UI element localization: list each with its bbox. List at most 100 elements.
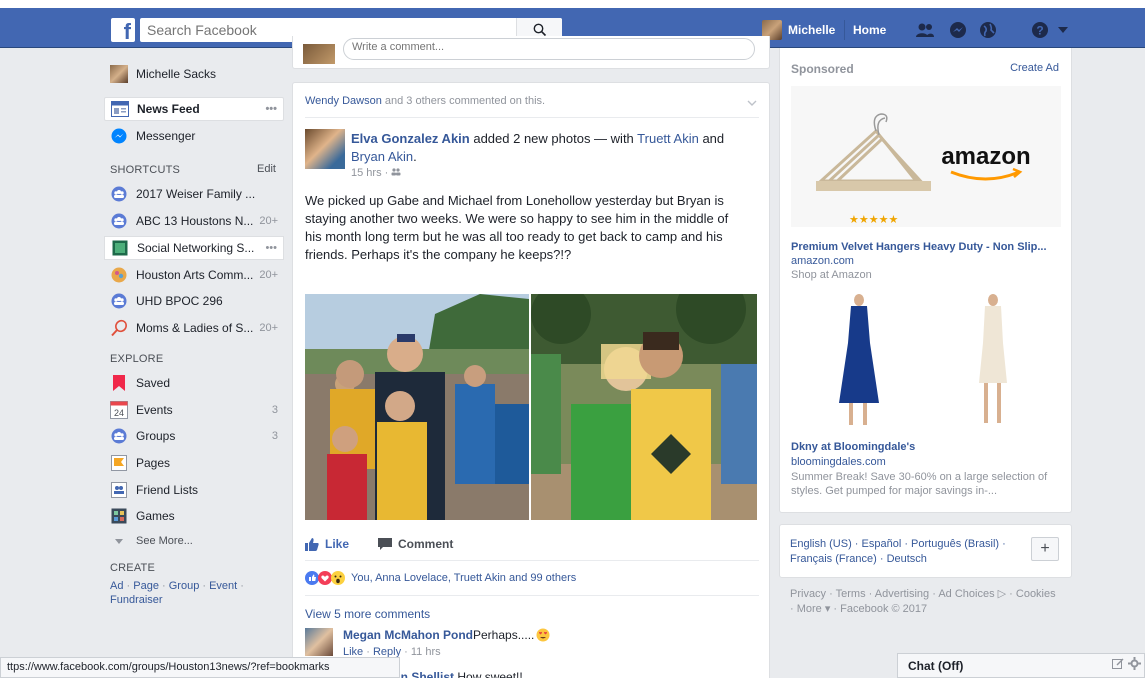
shortcuts-edit-link[interactable]: Edit <box>257 163 276 175</box>
reactions-icon <box>305 571 345 585</box>
sidebar-item-label: Games <box>136 509 175 523</box>
shortcuts-heading: SHORTCUTS <box>110 164 181 176</box>
comment-text: How sweet!! <box>454 670 523 678</box>
sidebar-item-shortcut[interactable]: ABC 13 Houstons N... 20+ <box>104 209 284 233</box>
reactions-summary[interactable]: You, Anna Lovelace, Truett Akin and 99 o… <box>305 570 576 586</box>
gear-icon[interactable] <box>1128 657 1141 673</box>
footer-links[interactable]: Privacy · Terms · Advertising · Ad Choic… <box>790 587 1060 617</box>
comment-time[interactable]: 11 hrs <box>411 646 441 658</box>
search-icon <box>533 23 546 37</box>
create-fundraiser-link[interactable]: Fundraiser <box>110 594 163 606</box>
sidebar-item-shortcut[interactable]: Moms & Ladies of S... 20+ <box>104 316 284 340</box>
sidebar-item-groups[interactable]: Groups 3 <box>104 424 284 448</box>
ad-domain[interactable]: amazon.com <box>791 255 854 267</box>
comment-item: Megan McMahon Pond Perhaps..... <box>343 628 550 642</box>
comment-author-link[interactable]: Megan McMahon Pond <box>343 628 473 642</box>
sidebar-item-label: Houston Arts Comm... <box>136 268 254 282</box>
period: . <box>413 149 417 164</box>
post-photo[interactable] <box>531 294 757 520</box>
page-icon <box>110 266 128 284</box>
previous-post-card <box>292 36 770 69</box>
group-icon <box>110 185 128 203</box>
create-event-link[interactable]: Event <box>209 580 237 592</box>
chevron-down-icon[interactable] <box>747 95 757 109</box>
calendar-day: 24 <box>114 408 124 418</box>
ad-image[interactable] <box>791 288 1061 428</box>
explore-heading: EXPLORE <box>110 353 164 365</box>
post-photo[interactable] <box>305 294 529 520</box>
comment-box[interactable] <box>343 38 755 60</box>
sidebar-item-profile[interactable]: Michelle Sacks <box>104 62 284 86</box>
friends-audience-icon[interactable] <box>391 167 401 179</box>
group-icon <box>110 292 128 310</box>
messages-icon[interactable] <box>946 18 970 42</box>
sidebar-item-games[interactable]: Games <box>104 504 284 528</box>
chevron-down-icon <box>110 532 128 550</box>
sidebar-item-friend-lists[interactable]: Friend Lists <box>104 478 284 502</box>
sidebar-item-news-feed[interactable]: News Feed ••• <box>104 97 284 121</box>
sponsored-heading: Sponsored <box>791 62 854 76</box>
see-more-link[interactable]: See More... <box>104 529 284 553</box>
activity-text: and 3 others commented on this. <box>381 95 546 107</box>
games-icon <box>110 507 128 525</box>
create-group-link[interactable]: Group <box>169 580 200 592</box>
compose-icon[interactable] <box>1112 658 1124 673</box>
ad-title-link[interactable]: Dkny at Bloomingdale's <box>791 441 915 453</box>
news-feed-icon <box>111 100 129 118</box>
sidebar-item-shortcut[interactable]: Houston Arts Comm... 20+ <box>104 263 284 287</box>
help-icon[interactable]: ? <box>1028 18 1052 42</box>
avatar[interactable] <box>305 129 345 169</box>
sidebar-item-label: 2017 Weiser Family ... <box>136 187 256 201</box>
more-options-icon[interactable]: ••• <box>265 242 277 254</box>
create-heading: CREATE <box>110 562 156 574</box>
notifications-globe-icon[interactable] <box>976 18 1000 42</box>
separator: · <box>237 580 244 592</box>
sidebar-item-saved[interactable]: Saved <box>104 371 284 395</box>
sidebar-item-shortcut[interactable]: Social Networking S... ••• <box>104 236 284 260</box>
group-icon <box>110 212 128 230</box>
profile-link[interactable]: Michelle <box>788 23 835 37</box>
ad-image[interactable]: amazon ★★★★★ <box>791 86 1061 227</box>
ad-domain[interactable]: bloomingdales.com <box>791 456 886 468</box>
camp-photo-image <box>531 294 757 520</box>
tagged-user-link[interactable]: Truett Akin <box>637 131 699 146</box>
post-time[interactable]: 15 hrs · <box>351 167 391 179</box>
facebook-logo-icon[interactable]: f <box>111 18 135 42</box>
like-button[interactable]: Like <box>305 537 349 551</box>
friend-requests-icon[interactable] <box>913 18 937 42</box>
more-options-icon[interactable]: ••• <box>265 103 277 115</box>
avatar[interactable] <box>305 628 333 656</box>
account-menu-chevron-icon[interactable] <box>1056 18 1070 42</box>
create-ad-link[interactable]: Create Ad <box>1010 62 1059 74</box>
ad-description: Shop at Amazon <box>791 269 872 281</box>
sidebar-item-shortcut[interactable]: UHD BPOC 296 <box>104 289 284 313</box>
post-meta: 15 hrs · <box>351 167 401 179</box>
language-links[interactable]: English (US) · Español · Português (Bras… <box>790 537 1020 567</box>
home-link[interactable]: Home <box>853 23 886 37</box>
sidebar-item-messenger[interactable]: Messenger <box>104 124 284 148</box>
post-text: We picked up Gabe and Michael from Loneh… <box>305 193 729 262</box>
comment-input[interactable] <box>352 41 652 53</box>
sidebar-item-count: 20+ <box>259 322 278 334</box>
activity-actor-link[interactable]: Wendy Dawson <box>305 95 382 107</box>
tagged-user-link[interactable]: Bryan Akin <box>351 149 413 164</box>
post-header: Elva Gonzalez Akin added 2 new photos — … <box>351 130 751 166</box>
sidebar-item-count: 20+ <box>259 269 278 281</box>
chat-bar[interactable]: Chat (Off) <box>897 653 1145 678</box>
create-page-link[interactable]: Page <box>133 580 159 592</box>
sidebar-item-events[interactable]: 24 Events 3 <box>104 398 284 422</box>
sidebar-item-shortcut[interactable]: 2017 Weiser Family ... <box>104 182 284 206</box>
reactions-text: You, Anna Lovelace, Truett Akin and 99 o… <box>351 572 577 584</box>
comment-label: Comment <box>398 537 454 551</box>
sidebar-item-pages[interactable]: Pages <box>104 451 284 475</box>
sponsored-card: Sponsored Create Ad amazon ★★★★★ Premium… <box>779 48 1072 513</box>
comment-button[interactable]: Comment <box>378 537 453 551</box>
separator: · <box>123 580 134 592</box>
browser-status-url: ttps://www.facebook.com/groups/Houston13… <box>0 657 400 678</box>
add-language-button[interactable]: + <box>1031 537 1059 561</box>
create-ad-link[interactable]: Ad <box>110 580 123 592</box>
view-more-comments-link[interactable]: View 5 more comments <box>305 607 430 621</box>
post-author-link[interactable]: Elva Gonzalez Akin <box>351 131 470 146</box>
ad-title-link[interactable]: Premium Velvet Hangers Heavy Duty - Non … <box>791 241 1063 253</box>
bookmark-icon <box>110 374 128 392</box>
